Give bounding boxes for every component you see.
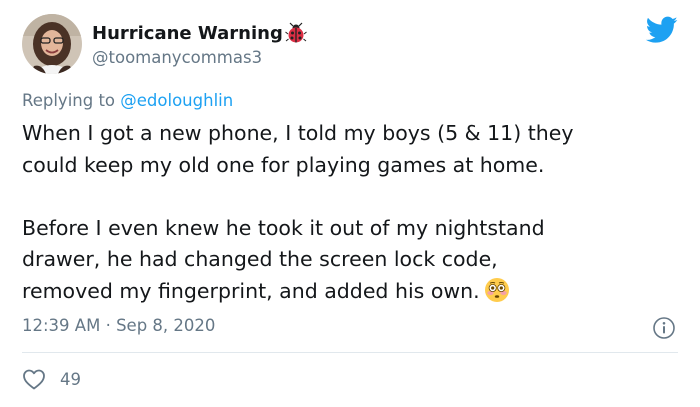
tweet-text-line: drawer, he had changed the screen lock c…	[22, 247, 498, 271]
tweet-text: When I got a new phone, I told my boys (…	[22, 118, 682, 307]
author-name-row[interactable]: Hurricane Warning	[92, 20, 307, 46]
tweet-timestamp[interactable]: 12:39 AM · Sep 8, 2020	[22, 316, 215, 335]
info-icon[interactable]	[652, 316, 676, 340]
reply-mention-link[interactable]: @edoloughlin	[120, 91, 233, 110]
tweet-card: Hurricane Warning @toomanycommas3 Replyi…	[0, 0, 700, 407]
tweet-date[interactable]: Sep 8, 2020	[116, 316, 215, 335]
twitter-bird-icon[interactable]	[645, 16, 678, 44]
replying-to-prefix: Replying to	[22, 91, 121, 110]
tweet-text-last-line: removed my fingerprint, and added his ow…	[22, 276, 682, 308]
like-button[interactable]: 49	[22, 368, 81, 390]
replying-to: Replying to @edoloughlin	[22, 91, 233, 110]
flushed-face-icon	[484, 277, 510, 303]
tweet-text-line: Before I even knew he took it out of my …	[22, 215, 545, 240]
author-display-name[interactable]: Hurricane Warning	[92, 23, 283, 44]
tweet-text-line: When I got a new phone, I told my boys (…	[22, 121, 574, 145]
avatar[interactable]	[22, 14, 82, 74]
divider	[22, 352, 678, 353]
tweet-text-line: could keep my old one for playing games …	[22, 152, 545, 177]
author-handle[interactable]: @toomanycommas3	[92, 48, 262, 67]
like-count: 49	[60, 369, 81, 389]
meta-separator: ·	[100, 316, 117, 335]
heart-icon[interactable]	[22, 368, 46, 390]
tweet-text-line: removed my fingerprint, and added his ow…	[22, 278, 480, 303]
ladybug-icon	[285, 22, 307, 44]
tweet-time[interactable]: 12:39 AM	[22, 316, 100, 335]
